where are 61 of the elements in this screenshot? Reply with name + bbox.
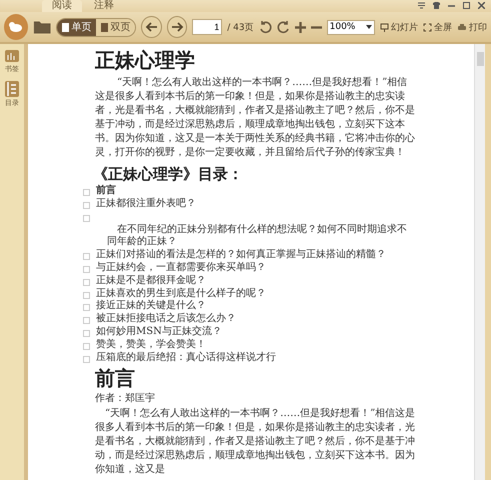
bullet-icon	[83, 356, 90, 363]
bullet-icon	[83, 317, 90, 324]
toc-entry[interactable]: 正妹是不是都很拜金呢？	[96, 274, 206, 288]
logo-icon[interactable]	[4, 14, 28, 40]
scrollbar[interactable]	[474, 44, 485, 480]
author-line: 作者：郑匡宇	[95, 392, 156, 406]
slideshow-button[interactable]: 幻灯片	[380, 20, 418, 34]
bullet-icon	[83, 292, 90, 299]
page-icon	[101, 22, 108, 32]
fullscreen-icon	[423, 22, 432, 32]
toc-entry[interactable]: 前言	[96, 185, 116, 198]
bullet-icon	[83, 330, 90, 337]
toc-entry[interactable]: 与正妹约会，一直都需要你来买单吗？	[96, 262, 266, 275]
zoom-in-icon[interactable]	[294, 22, 306, 32]
bullet-icon	[83, 253, 90, 260]
fullscreen-button[interactable]: 全屏	[423, 20, 452, 34]
screen-icon	[380, 22, 390, 32]
toc-entry[interactable]: 接近正妹的关键是什么？	[96, 300, 206, 314]
rotate-left-icon[interactable]	[258, 20, 272, 34]
bullet-icon	[83, 278, 90, 286]
dropdown-icon	[366, 25, 372, 29]
menu-icon[interactable]	[418, 2, 425, 9]
folder-icon[interactable]	[32, 19, 52, 35]
bullet-icon	[83, 202, 90, 209]
intro-paragraph: “天啊！怎么有人敢出这样的一本书啊？……但是我好想看！”相信这是很多人看到本书后的第一印象！但是，如果你是搭讪教主的忠实读者，光是看书名，大概就能猜到，作者又是搭讪教主了吧？然后，你不是基于冲动，而是经过深思熟虑后，顺理成章地掏出钱包，立刻买下这本书。因为你知道，这又是一本关于两性关系的经典书籍，它将冲击你的心灵，打开你的视野，是你一定要收藏，并且留给后代子孙的传家宝典！	[95, 76, 416, 160]
bullet-icon	[83, 304, 90, 312]
zoom-select[interactable]: 100%	[326, 20, 376, 34]
bullet-icon	[83, 189, 90, 196]
section-title: 前言	[95, 366, 136, 390]
bullet-icon	[83, 214, 90, 222]
tab[interactable]: 阅读	[42, 0, 82, 12]
page-number-field[interactable]: 1	[192, 19, 222, 35]
close-icon[interactable]	[478, 2, 485, 9]
print-icon	[457, 22, 468, 32]
book-icon	[4, 48, 20, 64]
toc-entry[interactable]: 正妹们对搭讪的看法是怎样的？如何真正掌握与正妹搭讪的精髓？	[96, 249, 386, 262]
toc-entry[interactable]: 赞美，赞美，学会赞美！	[96, 338, 206, 352]
toc-entry[interactable]: 被正妹拒接电话之后该怎么办？	[96, 313, 236, 326]
document-title: 正妹心理学	[95, 48, 196, 72]
right-arrow-icon	[170, 20, 184, 34]
bullet-icon	[83, 342, 90, 350]
print-button[interactable]: 打印	[457, 20, 488, 34]
toc-entry[interactable]: 如何妙用MSN与正妹交流？	[96, 326, 222, 339]
toc-entry[interactable]: 在不同年纪的正妹分别都有什么样的想法呢？如何不同时期追求不同年龄的正妹？	[107, 222, 407, 250]
toc-entry[interactable]: 正妹喜欢的男生到底是什么样子的呢？	[96, 288, 266, 300]
maximize-icon[interactable]	[463, 2, 470, 9]
section-paragraph: “天啊！怎么有人敢出这样的一本书啊？……但是我好想看！”相信这是很多人看到本书后的第一印象！但是，如果你是搭讪教主的忠实读者，光是看书名，大概就能猜到，作者又是搭讪教主了吧？然后，你不是基于冲动，而是经过深思熟虑后，顺理成章地掏出钱包，立刻买下这本书。因为你知道，这又是	[95, 407, 416, 478]
list-icon	[4, 80, 20, 98]
page-total: / 43页	[227, 22, 254, 34]
toc-heading: 《正妹心理学》目录：	[93, 165, 244, 183]
rotate-right-icon[interactable]	[276, 20, 290, 34]
back-button[interactable]	[141, 16, 162, 38]
page-icon	[62, 22, 70, 32]
view-mode-button[interactable]: 单页	[57, 18, 96, 36]
toc-entry[interactable]: 正妹都很注重外表吧？	[96, 198, 196, 211]
bullet-icon	[83, 266, 90, 273]
shirt-icon[interactable]	[433, 2, 440, 9]
left-arrow-icon	[144, 20, 159, 34]
toc-entry[interactable]: 压箱底的最后绝招：真心话得这样说才行	[96, 352, 276, 364]
forward-button[interactable]	[166, 16, 188, 38]
view-mode-button[interactable]: 双页	[96, 18, 136, 36]
